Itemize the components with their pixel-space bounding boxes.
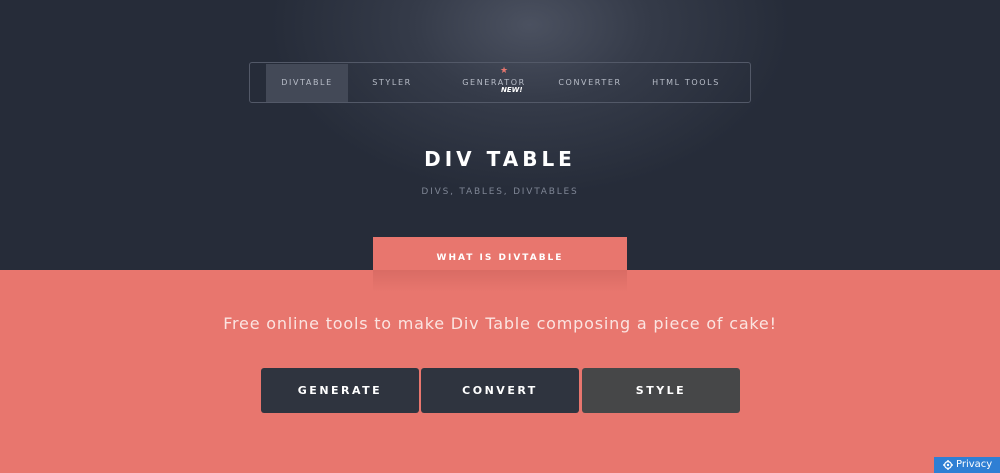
tagline: Free online tools to make Div Table comp… [223,314,777,333]
page-subtitle: DIVS, TABLES, DIVTABLES [421,187,579,197]
tab-shadow [373,270,627,292]
privacy-button[interactable]: Privacy [934,457,1000,473]
page-title: DIV TABLE [424,147,576,171]
nav-item-label: STYLER [372,78,412,87]
style-button[interactable]: STYLE [582,368,740,413]
nav-item-generator[interactable]: GENERATOR [446,64,542,102]
nav-item-converter[interactable]: CONVERTER [542,64,638,102]
generate-button[interactable]: GENERATE [261,368,419,413]
nav-item-html-tools[interactable]: HTML TOOLS [640,64,732,102]
gear-icon [943,460,953,470]
main-nav: DIVTABLE STYLER ★ NEW! GENERATOR CONVERT… [249,62,751,103]
privacy-label: Privacy [956,459,993,470]
nav-item-divtable[interactable]: DIVTABLE [266,64,348,102]
convert-button[interactable]: CONVERT [421,368,579,413]
nav-item-styler[interactable]: STYLER ★ NEW! [348,64,522,102]
hero-section: DIVTABLE STYLER ★ NEW! GENERATOR CONVERT… [0,0,1000,270]
